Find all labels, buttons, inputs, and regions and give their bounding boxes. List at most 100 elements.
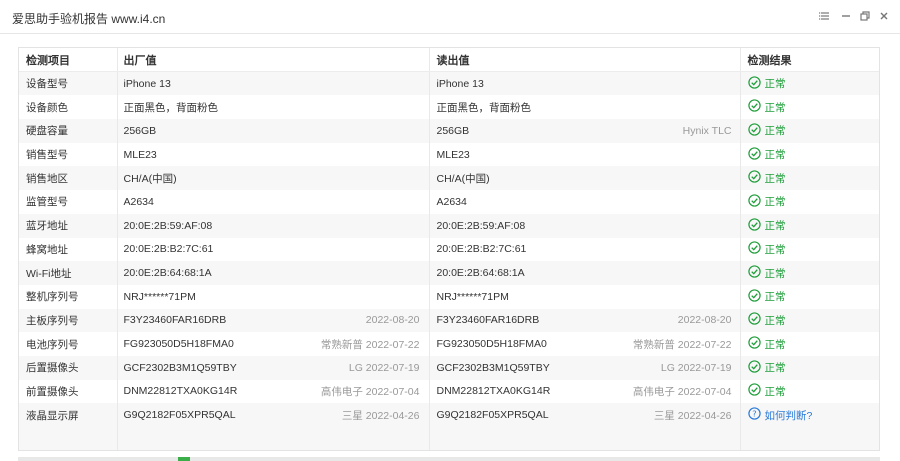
cell-result: 正常 <box>740 284 879 309</box>
cell-read-value: FG923050D5H18FMA0 常熟新普 2022-07-22 <box>429 332 741 356</box>
check-circle-icon <box>747 146 761 163</box>
restore-icon[interactable] <box>858 9 872 23</box>
read-value: NRJ******71PM <box>436 290 509 303</box>
empty-cell <box>117 427 430 450</box>
read-value: DNM22812TXA0KG14R <box>436 385 551 398</box>
factory-meta: LG 2022-07-19 <box>348 361 420 374</box>
cell-read-value: iPhone 13 <box>429 71 741 96</box>
question-circle-icon: ? <box>747 407 761 423</box>
read-value: F3Y23460FAR16DRB <box>436 314 540 327</box>
check-circle-icon <box>747 360 761 376</box>
read-value: G9Q2182F05XPR5QAL <box>436 409 549 422</box>
result-status: 正常 <box>764 338 786 351</box>
cell-read-value: NRJ******71PM <box>429 284 741 309</box>
report-table: 检测项目 出厂值 读出值 检测结果 设备型号 iPhone 13 iPhone 13… <box>19 48 879 450</box>
table-row: 设备颜色 正面黑色，背面粉色 正面黑色，背面粉色 正常 <box>19 95 879 120</box>
factory-value: F3Y23460FAR16DRB <box>123 314 227 327</box>
result-status: 正常 <box>764 149 786 162</box>
cell-read-value: G9Q2182F05XPR5QAL 三星 2022-04-26 <box>429 403 741 427</box>
cell-result: 正常 <box>740 261 879 285</box>
read-value: 正面黑色，背面粉色 <box>436 101 532 114</box>
cell-factory-value: FG923050D5H18FMA0 常熟新普 2022-07-22 <box>117 332 430 356</box>
how-to-judge-link[interactable]: 如何判断? <box>765 408 813 423</box>
table-row: 设备型号 iPhone 13 iPhone 13 正常 <box>19 71 879 96</box>
check-circle-icon <box>747 123 761 139</box>
cell-factory-value: CH/A(中国) <box>117 166 430 191</box>
check-circle-icon <box>747 312 761 328</box>
factory-value: 256GB <box>123 124 157 137</box>
read-value: GCF2302B3M1Q59TBY <box>436 361 550 374</box>
read-meta: 2022-08-20 <box>677 314 732 327</box>
factory-value: 20:0E:2B:59:AF:08 <box>123 219 213 232</box>
factory-value: FG923050D5H18FMA0 <box>123 338 234 351</box>
table-row: 整机序列号 NRJ******71PM NRJ******71PM 正常 <box>19 284 879 309</box>
item-label: 销售地区 <box>26 172 68 185</box>
table-row: 电池序列号 FG923050D5H18FMA0 常熟新普 2022-07-22 FG9… <box>19 332 879 356</box>
header-result: 检测结果 <box>740 48 879 73</box>
check-circle-icon <box>747 217 761 234</box>
table-row: 销售地区 CH/A(中国) CH/A(中国) 正常 <box>19 166 879 191</box>
item-label: 前置摄像头 <box>26 385 79 398</box>
read-meta: LG 2022-07-19 <box>660 361 732 374</box>
cell-read-value: 20:0E:2B:64:68:1A <box>429 261 741 285</box>
cell-factory-value: 20:0E:2B:59:AF:08 <box>117 213 430 238</box>
minimize-icon[interactable] <box>839 9 853 23</box>
result-status: 正常 <box>764 267 786 280</box>
read-meta: Hynix TLC <box>682 124 732 137</box>
table-row: 销售型号 MLE23 MLE23 正常 <box>19 142 879 167</box>
result-status: 正常 <box>764 196 786 209</box>
cell-read-value: GCF2302B3M1Q59TBY LG 2022-07-19 <box>429 355 741 380</box>
item-label: 蓝牙地址 <box>26 220 68 233</box>
cell-read-value: 正面黑色，背面粉色 <box>429 95 741 120</box>
cell-factory-value: 20:0E:2B:64:68:1A <box>117 261 430 285</box>
header-item: 检测项目 <box>19 48 118 73</box>
table-row: 监管型号 A2634 A2634 正常 <box>19 190 879 214</box>
cell-read-value: 256GB Hynix TLC <box>429 119 741 143</box>
header-read-value: 读出值 <box>429 48 741 73</box>
factory-meta: 常熟新普 2022-07-22 <box>320 338 420 351</box>
factory-value: iPhone 13 <box>123 77 171 90</box>
factory-meta: 2022-08-20 <box>365 314 420 327</box>
factory-value: MLE23 <box>123 148 157 161</box>
empty-cell <box>429 427 741 450</box>
read-value: A2634 <box>436 195 467 208</box>
table-row: 前置摄像头 DNM22812TXA0KG14R 高伟电子 2022-07-04 DNM… <box>19 379 879 404</box>
factory-meta: 三星 2022-04-26 <box>341 409 420 422</box>
table-body: 设备型号 iPhone 13 iPhone 13 正常 设备颜色 正面黑色，背面粉色 正面黑… <box>19 71 879 450</box>
item-label: 电池序列号 <box>26 338 79 351</box>
title-bar: 爱思助手验机报告 www.i4.cn <box>0 0 900 34</box>
check-circle-icon <box>747 194 761 210</box>
cell-result: 正常 <box>740 166 879 191</box>
cell-result: 正常 <box>740 190 879 214</box>
read-value: 20:0E:2B:59:AF:08 <box>436 219 526 232</box>
item-label: Wi-Fi地址 <box>26 267 72 280</box>
read-value: iPhone 13 <box>436 77 484 90</box>
close-icon[interactable] <box>877 9 891 23</box>
cell-item: 销售地区 <box>19 166 118 191</box>
cell-item: 后置摄像头 <box>19 355 118 380</box>
item-label: 主板序列号 <box>26 314 79 327</box>
read-value: CH/A(中国) <box>436 172 490 185</box>
cell-factory-value: 256GB <box>117 119 430 143</box>
table-row: 硬盘容量 256GB 256GB Hynix TLC 正常 <box>19 119 879 143</box>
factory-value: 20:0E:2B:B2:7C:61 <box>123 243 214 256</box>
result-status: 正常 <box>764 101 786 114</box>
check-circle-icon <box>747 289 761 305</box>
result-status: 正常 <box>764 243 786 256</box>
cell-factory-value: F3Y23460FAR16DRB 2022-08-20 <box>117 308 430 333</box>
cell-item: 硬盘容量 <box>19 119 118 143</box>
cell-result: 正常 <box>740 119 879 143</box>
cell-result[interactable]: ? 如何判断? <box>740 403 879 427</box>
result-status: 正常 <box>764 78 786 91</box>
cell-item: 销售型号 <box>19 142 118 167</box>
list-icon[interactable] <box>818 9 832 23</box>
result-status: 正常 <box>764 362 786 375</box>
factory-value: DNM22812TXA0KG14R <box>123 385 238 398</box>
cell-factory-value: A2634 <box>117 190 430 214</box>
result-status: 正常 <box>764 385 786 398</box>
factory-value: 20:0E:2B:64:68:1A <box>123 267 212 280</box>
cell-result: 正常 <box>740 237 879 262</box>
header-factory-value: 出厂值 <box>117 48 430 73</box>
scroll-indicator[interactable] <box>178 457 190 461</box>
cell-result: 正常 <box>740 308 879 333</box>
